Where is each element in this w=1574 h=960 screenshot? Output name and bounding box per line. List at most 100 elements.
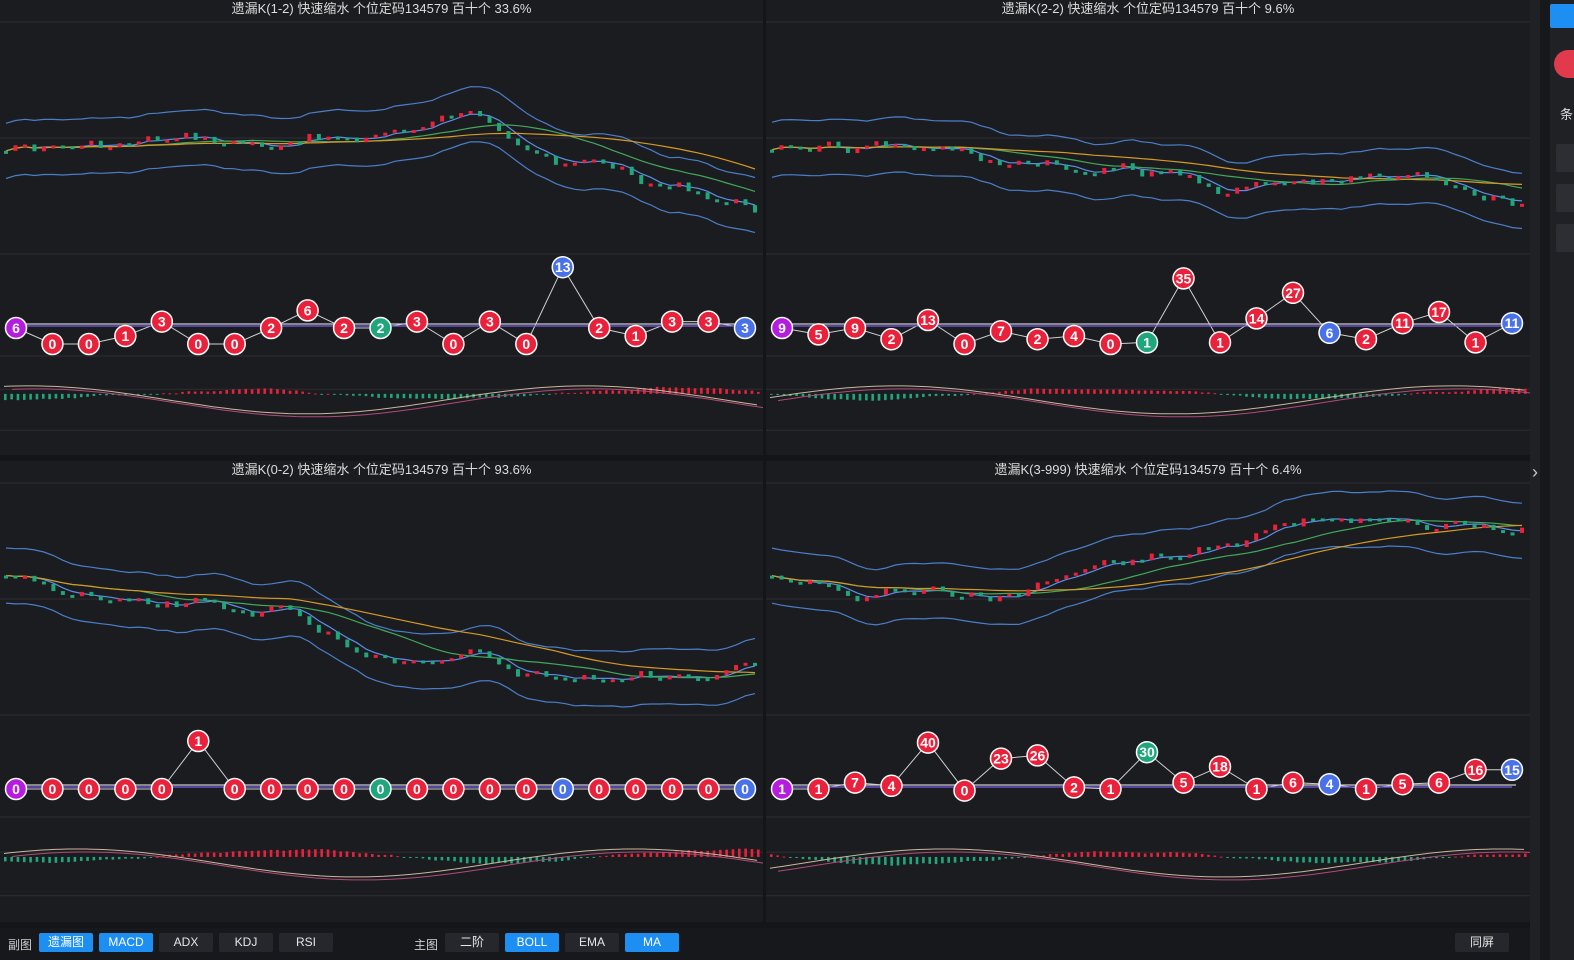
omission-ball[interactable]: 0 (1099, 332, 1122, 356)
omission-ball[interactable]: 13 (551, 255, 574, 279)
sidebar-slot-1[interactable] (1556, 144, 1574, 172)
omission-ball[interactable]: 35 (1172, 267, 1195, 290)
omission-ball[interactable]: 9 (770, 316, 794, 340)
omission-ball[interactable]: 40 (916, 731, 940, 754)
omission-ball[interactable]: 0 (442, 332, 465, 356)
omission-ball[interactable]: 0 (660, 777, 684, 801)
sidebar-slot-3[interactable] (1556, 224, 1574, 252)
omission-ball[interactable]: 0 (515, 332, 538, 356)
omission-ball[interactable]: 4 (1318, 772, 1341, 796)
omission-ball[interactable]: 1 (114, 324, 137, 348)
omission-ball[interactable]: 2 (259, 316, 283, 340)
omission-ball[interactable]: 3 (697, 310, 720, 333)
omission-ball[interactable]: 1 (624, 324, 647, 348)
omission-ball[interactable]: 1 (1135, 331, 1159, 354)
chart-panel-top-right[interactable]: 遗漏K(2-2) 快速缩水 个位定码134579 百十个 9.6% 9 5 9 2 13… (766, 0, 1530, 455)
omission-ball[interactable]: 0 (697, 777, 720, 801)
chevron-right-icon[interactable]: › (1532, 462, 1538, 483)
omission-ball[interactable]: 7 (989, 319, 1013, 343)
omission-ball[interactable]: 5 (807, 323, 830, 346)
main-button-ma[interactable]: MA (625, 933, 679, 952)
omission-ball[interactable]: 0 (733, 777, 757, 801)
omission-ball[interactable]: 1 (1208, 331, 1232, 354)
omission-ball[interactable]: 27 (1281, 281, 1305, 305)
omission-ball[interactable]: 23 (989, 747, 1013, 770)
omission-ball[interactable]: 1 (807, 777, 830, 801)
omission-ball[interactable]: 2 (1026, 327, 1049, 351)
omission-ball[interactable]: 0 (4, 777, 28, 801)
omission-ball[interactable]: 2 (369, 316, 392, 340)
omission-ball[interactable]: 0 (369, 777, 392, 801)
omission-ball[interactable]: 3 (478, 310, 502, 333)
chart-panel-top-left[interactable]: 遗漏K(1-2) 快速缩水 个位定码134579 百十个 33.6% 60013… (0, 0, 763, 455)
omission-ball[interactable]: 3 (660, 310, 684, 333)
omission-ball[interactable]: 30 (1135, 740, 1159, 764)
omission-ball[interactable]: 0 (77, 332, 101, 356)
omission-ball[interactable]: 0 (41, 332, 64, 356)
omission-ball[interactable]: 1 (1099, 777, 1122, 801)
omission-ball[interactable]: 0 (77, 777, 101, 801)
omission-ball[interactable]: 0 (259, 777, 283, 801)
omission-ball[interactable]: 6 (296, 299, 319, 322)
omission-ball[interactable]: 15 (1500, 758, 1524, 782)
sidebar-slot-2[interactable] (1556, 184, 1574, 212)
omission-ball[interactable]: 6 (1318, 321, 1341, 345)
omission-ball[interactable]: 3 (150, 310, 174, 333)
chart-panel-bottom-left[interactable]: 遗漏K(0-2) 快速缩水 个位定码134579 百十个 93.6% 00000… (0, 461, 763, 922)
omission-ball[interactable]: 6 (1427, 771, 1451, 794)
omission-ball[interactable]: 0 (187, 332, 210, 356)
omission-ball[interactable]: 5 (1172, 771, 1195, 794)
main-button-boll[interactable]: BOLL (505, 933, 559, 952)
main-button-second-order[interactable]: 二阶 (445, 933, 499, 952)
omission-ball[interactable]: 1 (1245, 777, 1268, 801)
chart-panel-bottom-right[interactable]: 遗漏K(3-999) 快速缩水 个位定码134579 百十个 6.4% 1 1 7 4… (766, 461, 1530, 922)
omission-ball[interactable]: 0 (332, 777, 356, 801)
omission-ball[interactable]: 2 (1354, 327, 1378, 351)
omission-ball[interactable]: 4 (1062, 324, 1086, 348)
omission-ball[interactable]: 7 (843, 771, 867, 794)
omission-ball[interactable]: 9 (843, 316, 867, 340)
omission-ball[interactable]: 14 (1245, 307, 1268, 330)
omission-ball[interactable]: 6 (1281, 771, 1305, 794)
omission-ball[interactable]: 0 (223, 777, 246, 801)
omission-ball[interactable]: 2 (587, 316, 611, 340)
omission-ball[interactable]: 1 (187, 729, 210, 753)
omission-ball[interactable]: 1 (1354, 777, 1378, 801)
omission-ball[interactable]: 11 (1500, 311, 1524, 335)
omission-ball[interactable]: 0 (150, 777, 174, 801)
omission-ball[interactable]: 11 (1391, 311, 1414, 335)
omission-ball[interactable]: 26 (1026, 744, 1049, 767)
omission-ball[interactable]: 13 (916, 308, 940, 332)
omission-ball[interactable]: 0 (587, 777, 611, 801)
omission-ball[interactable]: 3 (405, 310, 429, 333)
omission-ball[interactable]: 0 (515, 777, 538, 801)
main-button-ema[interactable]: EMA (565, 933, 619, 952)
omission-ball[interactable]: 0 (41, 777, 64, 801)
omission-ball[interactable]: 5 (1391, 772, 1414, 796)
omission-ball[interactable]: 3 (733, 316, 757, 340)
omission-ball[interactable]: 0 (953, 779, 976, 802)
omission-ball[interactable]: 2 (1062, 776, 1086, 799)
omission-ball[interactable]: 0 (442, 777, 465, 801)
omission-ball[interactable]: 0 (624, 777, 647, 801)
omission-ball[interactable]: 16 (1464, 758, 1487, 782)
omission-ball[interactable]: 0 (114, 777, 137, 801)
record-icon[interactable] (1554, 50, 1574, 78)
sub-button-adx[interactable]: ADX (159, 933, 213, 952)
omission-ball[interactable]: 0 (296, 777, 319, 801)
sidebar-tab-button[interactable] (1550, 4, 1574, 28)
omission-ball[interactable]: 1 (770, 777, 794, 801)
omission-ball[interactable]: 2 (332, 316, 356, 340)
sub-button-macd[interactable]: MACD (99, 933, 153, 952)
sub-button-rsi[interactable]: RSI (279, 933, 333, 952)
omission-ball[interactable]: 0 (223, 332, 246, 356)
omission-ball[interactable]: 17 (1427, 300, 1451, 324)
omission-ball[interactable]: 0 (953, 332, 976, 356)
omission-ball[interactable]: 0 (551, 777, 574, 801)
omission-ball[interactable]: 0 (405, 777, 429, 801)
omission-ball[interactable]: 0 (478, 777, 502, 801)
sub-button-omission[interactable]: 遗漏图 (39, 933, 93, 952)
sync-screen-button[interactable]: 同屏 (1455, 933, 1509, 952)
omission-ball[interactable]: 18 (1208, 755, 1232, 778)
omission-ball[interactable]: 2 (880, 327, 903, 351)
